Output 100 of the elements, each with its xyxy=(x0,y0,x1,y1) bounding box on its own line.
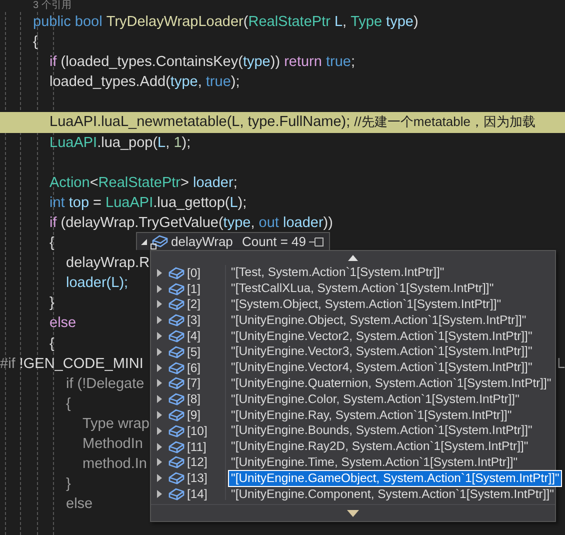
code-token: .lua_gettop( xyxy=(153,194,230,213)
code-token: L xyxy=(158,134,166,153)
datatip-row[interactable]: [6] "[UnityEngine.Vector4, System.Action`1[System.IntPtr]]" xyxy=(151,360,555,376)
code-token: Type wrap xyxy=(82,414,150,434)
code-token: //先建一个metatable，因为加载 xyxy=(354,113,536,132)
item-index: [12] xyxy=(187,455,208,470)
datatip-row[interactable]: [9] "[UnityEngine.Ray, System.Action`1[System.IntPtr]]" xyxy=(151,407,555,423)
datatip-row[interactable]: [2] "[System.Object, System.Action`1[System.IntPtr]]" xyxy=(151,296,555,312)
code-token: public xyxy=(33,13,72,32)
object-icon xyxy=(168,360,185,375)
code-token: bool xyxy=(74,13,104,32)
object-icon xyxy=(168,282,185,296)
item-index: [10] xyxy=(187,424,208,438)
code-token: return xyxy=(284,53,322,72)
item-value: "[UnityEngine.Ray, System.Action`1[System.IntPtr]]" xyxy=(230,408,513,423)
code-token: } xyxy=(66,475,71,494)
item-value: "[UnityEngine.Ray2D, System.Action`1[System.IntPtr]]" xyxy=(230,439,530,454)
object-icon xyxy=(168,266,185,280)
datatip-row[interactable]: [3] "[UnityEngine.Object, System.Action`1[System.IntPtr]]" xyxy=(151,312,555,328)
code-token: L xyxy=(230,194,238,213)
datatip-row[interactable]: [11] "[UnityEngine.Ray2D, System.Action`1[System.IntPtr]]" xyxy=(151,438,555,455)
item-index: [0] xyxy=(187,266,202,280)
pin-icon[interactable] xyxy=(309,236,325,248)
locked-object-icon xyxy=(150,234,168,250)
item-index: [6] xyxy=(187,360,202,375)
code-token: 1 xyxy=(174,134,182,153)
code-token: LuaAPI.luaL_newmetatable(L, type.FullName); xyxy=(50,113,352,132)
code-token: LuaAPI xyxy=(106,194,154,213)
datatip-row[interactable]: [8] "[UnityEngine.Color, System.Action`1[System.IntPtr]]" xyxy=(151,391,555,408)
object-icon xyxy=(168,471,185,486)
datatip-row[interactable]: [7] "[UnityEngine.Quaternion, System.Action`1[System.IntPtr]]" xyxy=(151,376,555,392)
object-icon xyxy=(168,455,185,470)
code-token: ; xyxy=(350,53,355,72)
item-value: "[UnityEngine.Component, System.Action`1[System.IntPtr]]" xyxy=(230,486,555,502)
code-token: type xyxy=(385,13,414,32)
scroll-up-icon[interactable] xyxy=(348,255,358,261)
code-token: L xyxy=(333,13,343,32)
code-token: , xyxy=(342,13,348,32)
code-token: if xyxy=(50,214,57,233)
code-token: TryDelayWrapLoader xyxy=(106,13,244,32)
item-value: "[UnityEngine.Time, System.Action`1[System.IntPtr]]" xyxy=(230,454,519,470)
item-index: [14] xyxy=(187,487,208,502)
object-icon xyxy=(168,376,185,390)
item-value: "[UnityEngine.Vector3, System.Action`1[System.IntPtr]]" xyxy=(230,344,534,360)
datatip-row[interactable]: [1] "[TestCallXLua, System.Action`1[System.IntPtr]]" xyxy=(151,280,555,297)
code-token: { xyxy=(50,234,54,254)
item-index: [7] xyxy=(187,376,202,390)
code-token: RealStatePtr xyxy=(248,13,330,32)
datatip-row[interactable]: [0] "[Test, System.Action`1[System.IntPtr]]" xyxy=(151,265,555,281)
code-token: type xyxy=(223,214,251,233)
code-token: #if xyxy=(0,354,16,374)
code-token: out xyxy=(258,214,279,233)
code-token: , xyxy=(250,214,256,233)
item-value: "[Test, System.Action`1[System.IntPtr]]" xyxy=(230,265,446,280)
reference-count[interactable]: 3 个引用 xyxy=(33,0,72,11)
code-token: ) xyxy=(413,13,418,32)
code-token: , xyxy=(198,73,203,92)
code-token: loader xyxy=(282,214,324,233)
code-token: { xyxy=(66,394,71,414)
object-icon xyxy=(168,487,185,502)
object-icon xyxy=(168,297,185,312)
datatip-row[interactable]: [5] "[UnityEngine.Vector3, System.Action`1[System.IntPtr]]" xyxy=(151,344,555,360)
code-token: if (!Delegate xyxy=(66,374,144,394)
code-token: loader xyxy=(193,174,234,193)
code-token: true xyxy=(324,53,351,72)
datatip-row[interactable]: [12] "[UnityEngine.Time, System.Action`1[System.IntPtr]]" xyxy=(151,454,555,470)
code-token: RealStatePtr xyxy=(98,174,180,193)
datatip-row[interactable]: [14] "[UnityEngine.Component, System.Action`1[System.IntPtr]]" xyxy=(151,486,555,502)
code-token: else xyxy=(66,495,93,514)
code-token: else xyxy=(50,314,76,334)
code-token: Action xyxy=(50,174,90,193)
code-token: if xyxy=(50,53,57,72)
item-index: [1] xyxy=(187,282,202,296)
item-value: "[System.Object, System.Action`1[System.IntPtr]]" xyxy=(230,296,502,312)
code-token: (loaded_types.ContainsKey( xyxy=(60,53,243,72)
object-icon xyxy=(168,424,185,438)
code-token: int xyxy=(50,194,65,213)
collapse-icon[interactable] xyxy=(141,238,147,244)
code-token: type xyxy=(170,73,198,92)
item-value: "[UnityEngine.Object, System.Action`1[System.IntPtr]]" xyxy=(230,312,528,328)
code-token: { xyxy=(50,334,54,354)
code-token: )) xyxy=(270,53,282,72)
object-icon xyxy=(168,344,185,359)
variable-value: Count = 49 xyxy=(242,234,306,249)
code-token: delayWrap.R xyxy=(66,254,150,274)
code-token: (delayWrap.TryGetValue( xyxy=(60,214,224,233)
object-icon xyxy=(168,329,185,344)
item-index: [11] xyxy=(187,440,208,454)
item-index: [5] xyxy=(187,344,202,359)
scroll-down-icon[interactable] xyxy=(347,510,359,516)
code-token: , xyxy=(166,134,171,153)
datatip-row[interactable]: [10] "[UnityEngine.Bounds, System.Action`1[System.IntPtr]]" xyxy=(151,422,555,439)
item-value: "[UnityEngine.Vector2, System.Action`1[System.IntPtr]]" xyxy=(230,328,534,344)
datatip-row[interactable]: [4] "[UnityEngine.Vector2, System.Action`1[System.IntPtr]]" xyxy=(151,328,555,344)
code-token: ); xyxy=(182,134,191,153)
code-token: Type xyxy=(350,13,382,32)
item-index: [4] xyxy=(187,329,202,344)
code-token: top xyxy=(68,194,90,213)
item-value: "[UnityEngine.Color, System.Action`1[System.IntPtr]]" xyxy=(230,392,520,407)
code-token: > xyxy=(180,174,190,193)
